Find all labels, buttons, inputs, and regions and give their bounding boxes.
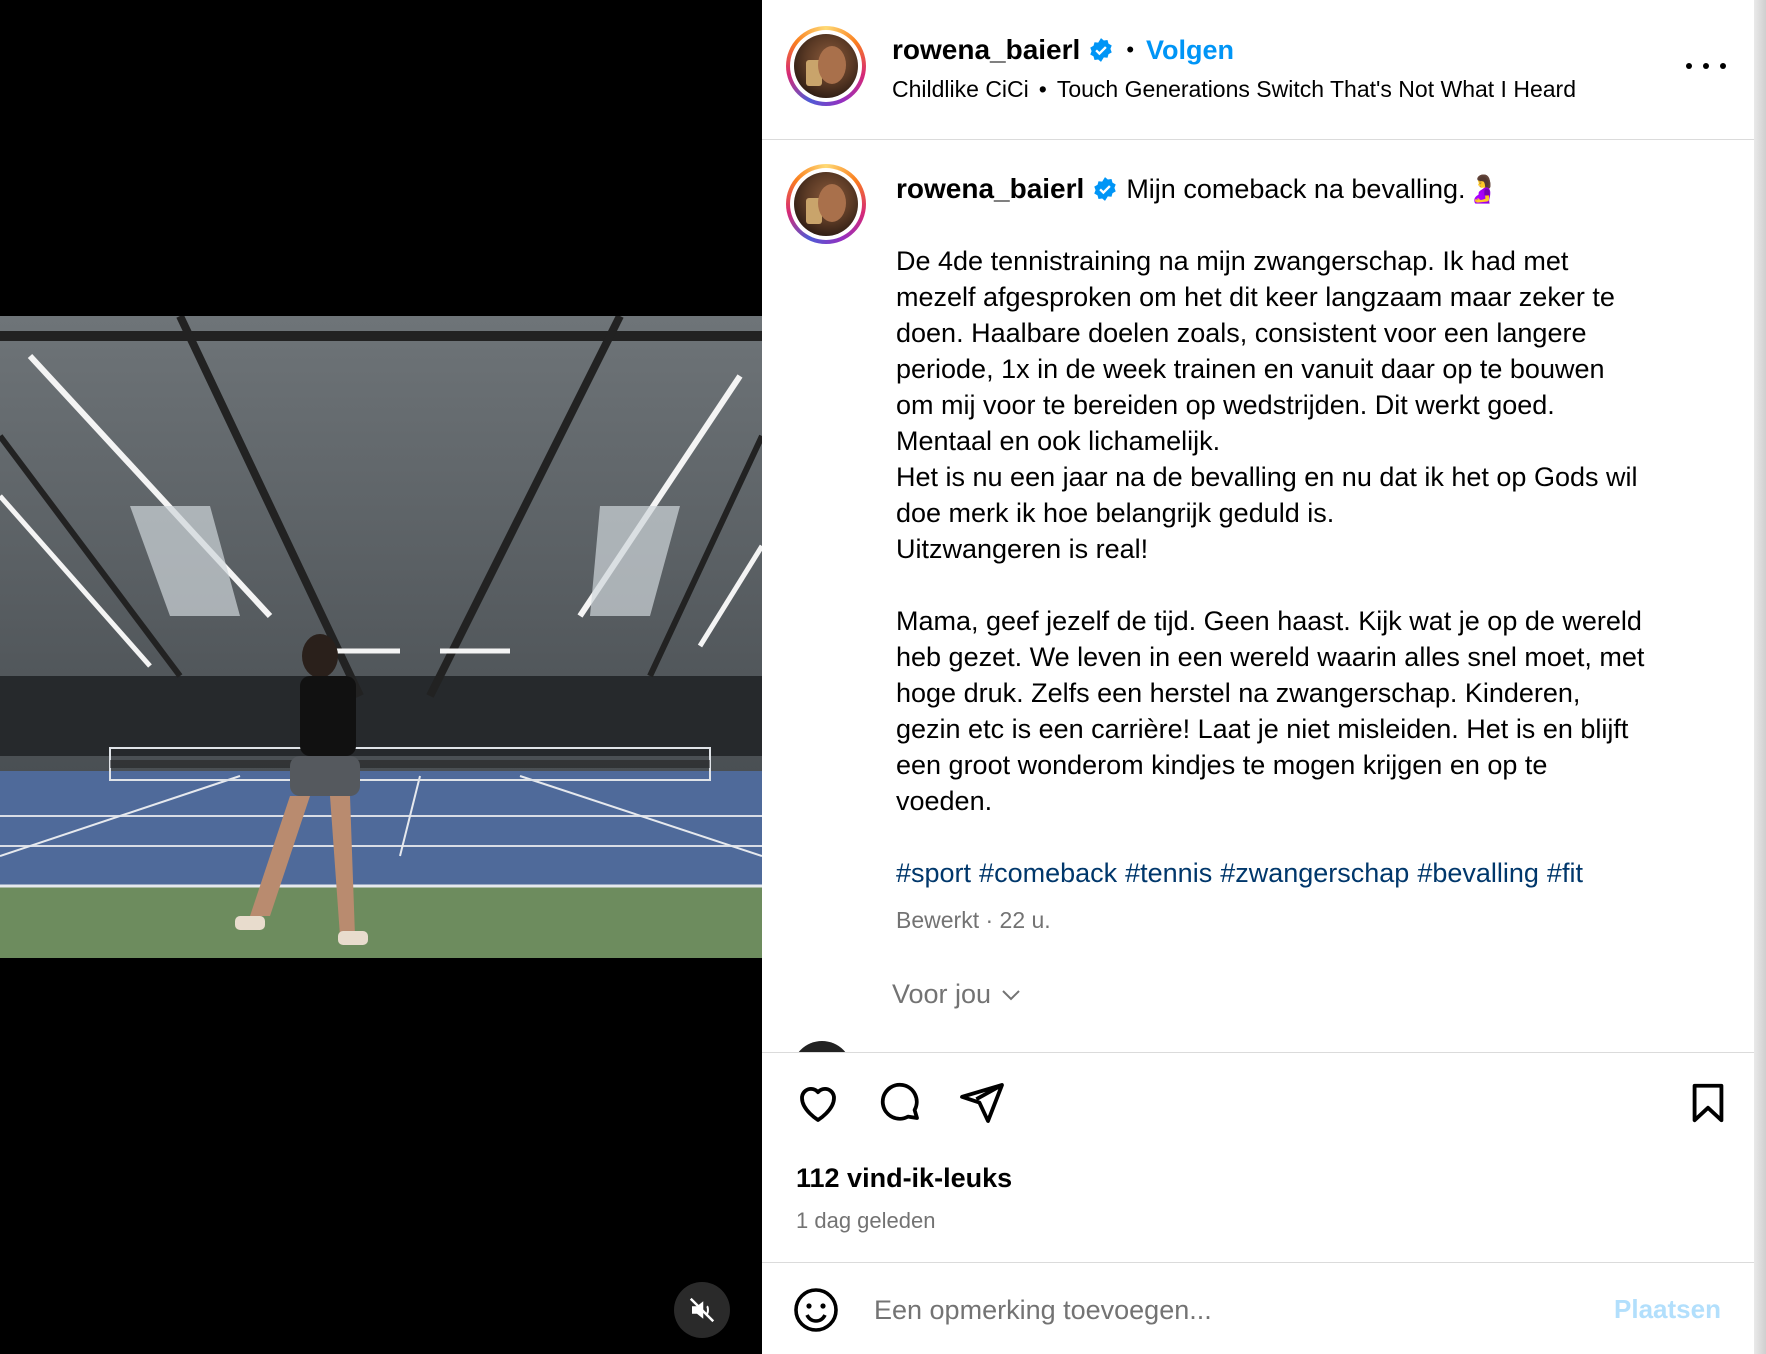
caption-meta: Bewerkt · 22 u. [896, 907, 1051, 933]
emoji-button[interactable] [792, 1286, 840, 1334]
comment-button[interactable] [874, 1077, 926, 1129]
chevron-down-icon [1002, 989, 1020, 1000]
comment-avatar-peek [792, 1041, 852, 1052]
mute-toggle-button[interactable] [674, 1282, 730, 1338]
media-pane [0, 0, 762, 1354]
heart-icon [800, 1086, 836, 1122]
caption-section[interactable]: rowena_baierl Mijn comeback na bevalling… [762, 141, 1766, 1053]
audio-separator: • [1038, 76, 1047, 102]
comment-bar: Plaatsen [762, 1264, 1766, 1354]
caption-line: Het is nu een jaar na de bevalling en nu… [896, 462, 1638, 492]
caption-line: periode, 1x in de week trainen en vanuit… [896, 354, 1605, 384]
caption-line: hoge druk. Zelfs een herstel na zwangers… [896, 678, 1581, 708]
audio-artist[interactable]: Childlike CiCi [892, 76, 1029, 103]
for-you-dropdown[interactable]: Voor jou [892, 979, 1023, 1010]
share-button[interactable] [956, 1077, 1008, 1129]
caption-paragraph-2: Mama, geef jezelf de tijd. Geen haast. K… [896, 603, 1716, 819]
hashtag-link[interactable]: #tennis [1125, 858, 1212, 888]
dot-separator: • [1126, 37, 1135, 62]
hashtag-link[interactable]: #bevalling [1417, 858, 1539, 888]
audio-attribution[interactable]: Childlike CiCi • Touch Generations Switc… [892, 76, 1576, 103]
window-edge [1754, 0, 1766, 1354]
caption-line: Mama, geef jezelf de tijd. Geen haast. K… [896, 606, 1642, 636]
caption-body: rowena_baierl Mijn comeback na bevalling… [896, 171, 1716, 934]
save-button[interactable] [1682, 1077, 1734, 1129]
hashtag-link[interactable]: #zwangerschap [1220, 858, 1409, 888]
follow-button[interactable]: Volgen [1146, 35, 1234, 66]
more-icon [1686, 63, 1692, 69]
caption-avatar[interactable] [786, 164, 866, 244]
post-comment-button[interactable]: Plaatsen [1614, 1294, 1721, 1325]
like-button[interactable] [792, 1077, 844, 1129]
caption-line: De 4de tennistraining na mijn zwangersch… [896, 246, 1569, 276]
more-options-button[interactable] [1686, 54, 1726, 78]
caption-line: gezin etc is een carrière! Laat je niet … [896, 714, 1629, 744]
share-icon [960, 1083, 1004, 1123]
caption-headline: Mijn comeback na bevalling.🤰 [1126, 174, 1500, 204]
caption-line: mezelf afgesproken om het dit keer langz… [896, 282, 1615, 312]
for-you-label: Voor jou [892, 979, 992, 1009]
hashtag-link[interactable]: #fit [1547, 858, 1583, 888]
hashtag-link[interactable]: #sport [896, 858, 971, 888]
caption-username[interactable]: rowena_baierl [896, 171, 1084, 207]
audio-track[interactable]: Touch Generations Switch That's Not What… [1057, 76, 1576, 103]
hashtag-list: #sport #comeback #tennis #zwangerschap #beva… [896, 855, 1716, 891]
comment-icon [880, 1082, 919, 1121]
caption-line: doe merk ik hoe belangrijk geduld is. [896, 498, 1335, 528]
caption-line: Mentaal en ook lichamelijk. [896, 426, 1221, 456]
post-details-pane: rowena_baierl • Volgen Childlike CiCi • … [762, 0, 1766, 1354]
post-actions: 112 vind-ik-leuks 1 dag geleden [762, 1053, 1766, 1263]
caption-line: om mij voor te bereiden op wedstrijden. … [896, 390, 1555, 420]
post-header: rowena_baierl • Volgen Childlike CiCi • … [762, 0, 1766, 140]
hashtag-link[interactable]: #comeback [979, 858, 1117, 888]
caption-line: doen. Haalbare doelen zoals, consistent … [896, 318, 1587, 348]
muted-icon [689, 1297, 715, 1323]
emoji-icon [794, 1288, 838, 1332]
like-count[interactable]: 112 vind-ik-leuks [796, 1163, 1012, 1194]
caption-line: voeden. [896, 786, 993, 816]
verified-icon [1090, 38, 1113, 62]
caption-paragraph-1: De 4de tennistraining na mijn zwangersch… [896, 243, 1716, 567]
header-username[interactable]: rowena_baierl [892, 34, 1080, 66]
post-timestamp[interactable]: 1 dag geleden [796, 1208, 935, 1234]
comment-input[interactable] [874, 1286, 1594, 1334]
video-player[interactable] [0, 316, 762, 958]
caption-line: een groot wonderom kindjes te mogen krij… [896, 750, 1548, 780]
video-frame-tennis-court [0, 316, 762, 958]
caption-line: Uitzwangeren is real! [896, 534, 1149, 564]
avatar[interactable] [786, 26, 866, 106]
verified-icon [1094, 177, 1117, 201]
caption-line: heb gezet. We leven in een wereld waarin… [896, 642, 1645, 672]
bookmark-icon [1692, 1083, 1724, 1123]
